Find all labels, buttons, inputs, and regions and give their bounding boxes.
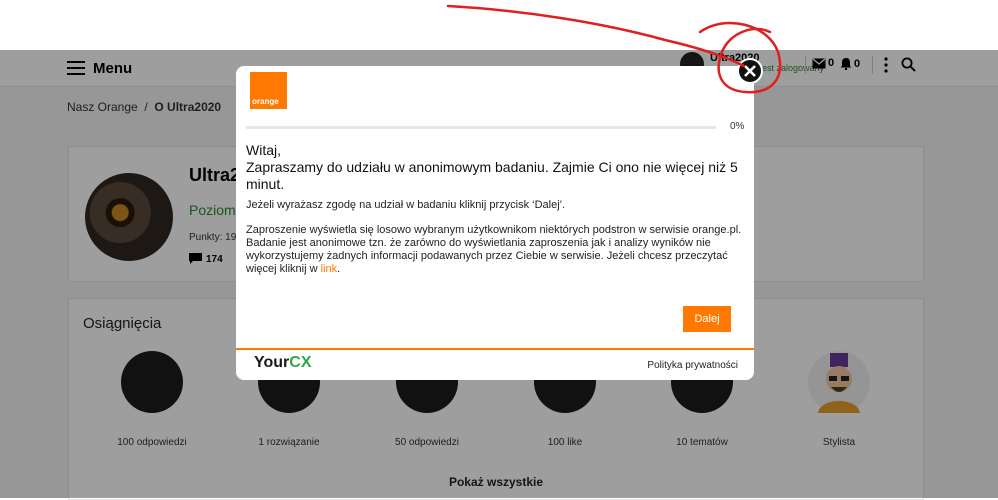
privacy-policy-link[interactable]: Polityka prywatności: [647, 360, 738, 371]
consent-text: Jeżeli wyrażasz zgodę na udział w badani…: [246, 199, 566, 211]
survey-modal: orange 0% Witaj, Zapraszamy do udziału w…: [236, 66, 754, 380]
info-end: .: [337, 263, 341, 275]
survey-info: Zaproszenie wyświetla się losowo wybrany…: [246, 224, 746, 276]
close-icon: [744, 65, 756, 77]
next-button[interactable]: Dalej: [683, 306, 731, 332]
brand-cx: CX: [289, 354, 312, 371]
brand-your: Your: [254, 354, 290, 371]
greeting-line2: Zapraszamy do udziału w anonimowym badan…: [246, 159, 738, 192]
survey-progress-label: 0%: [730, 121, 745, 132]
modal-footer-divider: [236, 348, 754, 350]
close-modal-button[interactable]: [737, 58, 763, 84]
info-link[interactable]: link: [321, 263, 338, 275]
yourcx-logo: YourCX: [254, 354, 312, 372]
logo-text: orange: [252, 97, 279, 106]
survey-greeting: Witaj, Zapraszamy do udziału w anonimowy…: [246, 142, 746, 193]
orange-logo: orange: [250, 72, 287, 109]
survey-progress-bar: [246, 126, 716, 129]
screen-top-area: [0, 0, 998, 50]
greeting-line1: Witaj,: [246, 142, 281, 158]
